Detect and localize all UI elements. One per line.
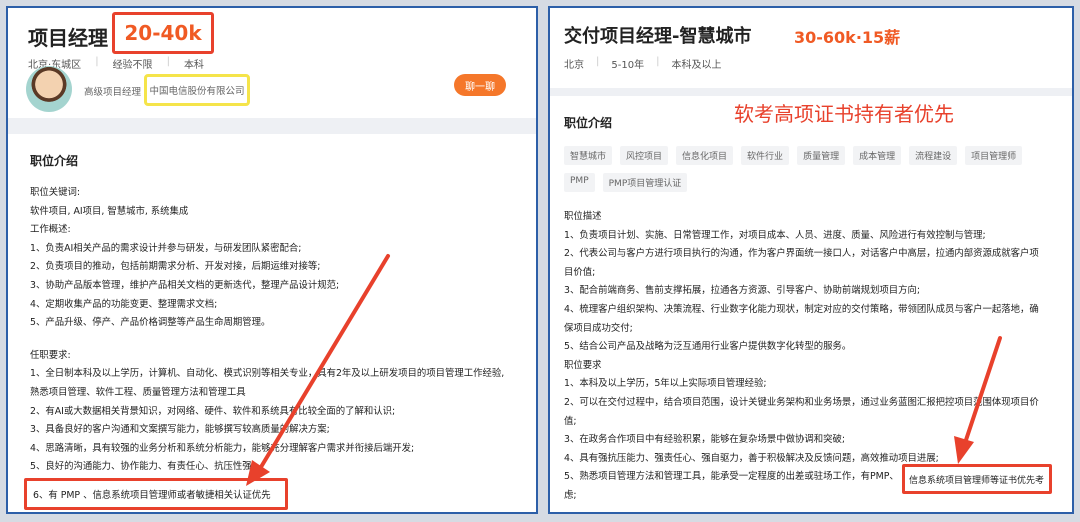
tag[interactable]: PMP [564,173,595,192]
desc-line: 1、负责AI相关产品的需求设计并参与研发，与研发团队紧密配合; [30,242,302,254]
tag[interactable]: 项目管理师 [965,146,1023,165]
desc-line: 职位要求 [564,359,602,371]
desc-line: 3、在政务合作项目中有经验积累，能够在复杂场景中做协调和突破; [564,434,846,446]
job-title: 项目经理 [28,26,108,50]
desc-line: 1、负责项目计划、实施、日常管理工作，对项目成本、人员、进度、质量、风险进行有效… [564,229,986,241]
section-divider [550,88,1072,96]
desc-line: 2、可以在交付过程中，结合项目范围，设计关键业务架构和业务场景，通过业务蓝图汇报… [564,396,1039,408]
desc-line: 4、定期收集产品的功能变更、整理需求文档; [30,298,218,310]
separator: | [166,56,170,67]
job-description: 职位关键词: 软件项目, AI项目, 智慧城市, 系统集成 工作概述: 1、负责… [30,184,520,477]
desc-line: 1、全日制本科及以上学历，计算机、自动化、模式识别等相关专业，具有2年及以上研发… [30,368,505,380]
tag[interactable]: 流程建设 [909,146,958,165]
right-job-panel: 交付项目经理-智慧城市 30-60k·15薪 北京 | 5-10年 | 本科及以… [548,6,1074,514]
tag[interactable]: 信息化项目 [676,146,734,165]
education: 本科及以上 [671,60,722,71]
section-divider [8,118,536,134]
tag[interactable]: 风控项目 [620,146,669,165]
separator: | [656,56,660,67]
experience: 5-10年 [611,60,645,71]
tag[interactable]: 智慧城市 [564,146,613,165]
salary: 30-60k·15薪 [794,28,901,47]
desc-line: 保项目成功交付; [564,322,633,334]
requirement-highlight-box: 6、有 PMP 、信息系统项目管理师或者敏捷相关认证优先 [24,478,288,510]
left-job-panel: 项目经理 20-40k 北京·东城区 | 经验不限 | 本科 高级项目经理 中国… [6,6,538,514]
recruiter-title: 高级项目经理 [84,87,142,98]
job-meta: 北京 | 5-10年 | 本科及以上 [564,56,733,71]
experience: 经验不限 [112,60,153,71]
job-title: 交付项目经理-智慧城市 [564,26,752,47]
desc-line: 3、协助产品版本管理，维护产品相关文档的更新迭代，整理产品设计规范; [30,279,340,291]
desc-line: 4、思路清晰，具有较强的业务分析和系统分析能力，能够充分理解客户需求并衔接后端开… [30,442,415,454]
job-description: 职位描述 1、负责项目计划、实施、日常管理工作，对项目成本、人员、进度、质量、风… [564,208,1064,506]
desc-line: 职位描述 [564,211,602,222]
desc-line: 1、本科及以上学历，5年以上实际项目管理经验; [564,378,767,390]
desc-line: 职位关键词: [30,187,81,198]
desc-line: 4、梳理客户组织架构、决策流程、行业数字化能力现状，制定对应的交付策略，带领团队… [564,303,1039,315]
desc-line: 5、产品升级、停产、产品价格调整等产品生命周期管理。 [30,317,271,329]
desc-line: 2、代表公司与客户方进行项目执行的沟通，作为客户界面统一接口人，对话客户中高层，… [564,248,1039,260]
desc-line: 3、配合前端商务、售前支撑拓展，拉通各方资源、引导客户、协助前端规划项目方向; [564,285,921,297]
desc-line: 目价值; [564,266,596,278]
job-header: 项目经理 20-40k 北京·东城区 | 经验不限 | 本科 高级项目经理 中国… [8,8,536,126]
chat-button[interactable]: 聊一聊 [454,74,506,96]
salary-highlight-box: 20-40k [112,12,214,54]
requirement-highlight-box: 信息系统项目管理师等证书优先考 [902,464,1052,494]
desc-line: 软件项目, AI项目, 智慧城市, 系统集成 [30,205,189,217]
desc-line: 5、良好的沟通能力、协作能力、有责任心、抗压性强 [30,461,252,473]
desc-line: 熟悉项目管理、软件工程、质量管理方法和管理工具 [30,386,246,398]
desc-line: 3、具备良好的客户沟通和文案撰写能力，能够撰写较高质量的解决方案; [30,424,330,436]
desc-line: 任职要求: [30,349,71,361]
job-description-card: 职位介绍 职位关键词: 软件项目, AI项目, 智慧城市, 系统集成 工作概述:… [14,134,528,512]
separator: | [596,56,600,67]
tag[interactable]: 软件行业 [741,146,790,165]
desc-line: 5、结合公司产品及战略为泛互通用行业客户提供数字化转型的服务。 [564,341,852,353]
recruiter-avatar [26,66,72,112]
skill-tags: 智慧城市 风控项目 信息化项目 软件行业 质量管理 成本管理 流程建设 项目管理… [564,146,1064,200]
tag[interactable]: 成本管理 [853,146,902,165]
tag[interactable]: PMP项目管理认证 [602,173,688,192]
location: 北京 [564,60,584,71]
education: 本科 [183,60,204,71]
section-title: 职位介绍 [30,154,79,168]
desc-line: 2、负责项目的推动，包括前期需求分析、开发对接，后期运维对接等; [30,261,321,273]
desc-line: 工作概述: [30,224,71,236]
separator: | [95,56,99,67]
desc-line: 2、有AI或大数据相关背景知识，对网络、硬件、软件和系统具有比较全面的了解和认识… [30,405,396,417]
company-highlight-box[interactable]: 中国电信股份有限公司 [144,74,250,106]
annotation-text: 软考高项证书持有者优先 [734,102,954,126]
section-title: 职位介绍 [564,116,613,130]
tag[interactable]: 质量管理 [797,146,846,165]
desc-line: 值; [564,415,577,427]
